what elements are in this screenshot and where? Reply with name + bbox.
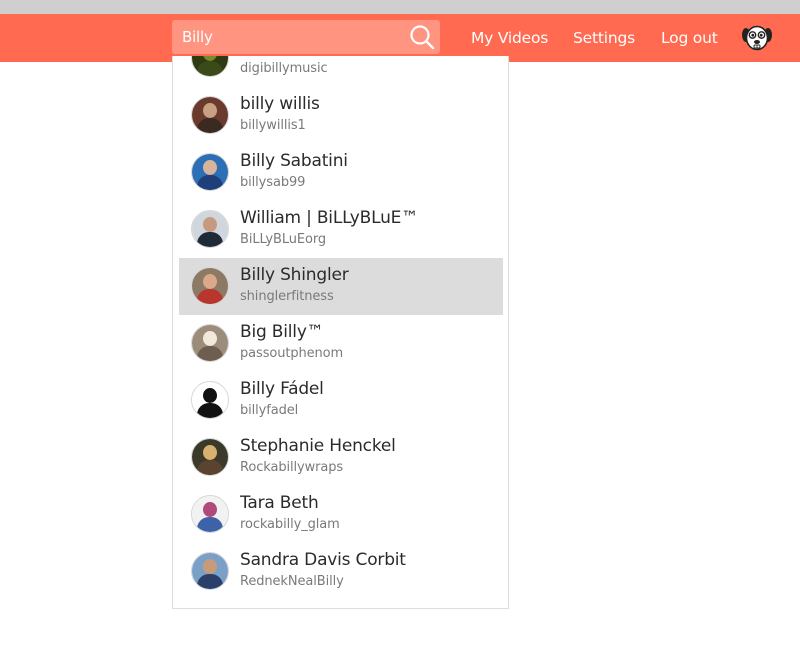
nav-log-out[interactable]: Log out — [661, 14, 718, 62]
dog-mascot-icon[interactable] — [741, 22, 773, 54]
result-handle: rockabilly_glam — [240, 517, 340, 532]
list-item[interactable]: Sandra Davis Corbit RednekNealBilly — [179, 543, 503, 600]
result-name: Sandra Davis Corbit — [240, 550, 406, 570]
result-name: Billy Fádel — [240, 379, 324, 399]
result-name: Billy Sabatini — [240, 151, 348, 171]
result-handle: billysab99 — [240, 175, 306, 190]
browser-top-strip — [0, 0, 800, 14]
result-handle: passoutphenom — [240, 346, 344, 361]
result-handle: billyfadel — [240, 403, 299, 418]
result-name: Billy Shingler — [240, 265, 349, 285]
list-item[interactable]: Billy Fádel billyfadel — [179, 372, 503, 429]
nav-settings[interactable]: Settings — [573, 14, 635, 62]
list-item[interactable]: The Digibilly digibillymusic — [179, 56, 503, 87]
search-box[interactable]: Billy — [172, 20, 440, 54]
result-handle: shinglerfitness — [240, 289, 334, 304]
list-item[interactable]: William | BiLLyBLuE™ BiLLyBLuEorg — [179, 201, 503, 258]
nav-my-videos[interactable]: My Videos — [471, 14, 548, 62]
list-item[interactable]: billy willis billywillis1 — [179, 87, 503, 144]
avatar — [191, 267, 229, 305]
list-item[interactable]: Stephanie Henckel Rockabillywraps — [179, 429, 503, 486]
result-name: Tara Beth — [240, 493, 319, 513]
search-suggestions-dropdown: The Digibillydigibillymusicbilly willisb… — [172, 56, 509, 609]
result-handle: Rockabillywraps — [240, 460, 344, 475]
avatar — [191, 96, 229, 134]
result-handle: RednekNealBilly — [240, 574, 344, 589]
top-navbar: Billy My Videos Settings Log out — [0, 14, 800, 62]
search-input[interactable]: Billy — [182, 20, 213, 54]
avatar — [191, 153, 229, 191]
avatar — [191, 56, 229, 77]
list-item[interactable]: Billy Shingler shinglerfitness — [179, 258, 503, 315]
result-handle: BiLLyBLuEorg — [240, 232, 327, 247]
result-handle: digibillymusic — [240, 61, 328, 76]
list-item[interactable]: Billy Sabatini billysab99 — [179, 144, 503, 201]
results-list: The Digibillydigibillymusicbilly willisb… — [179, 56, 503, 600]
avatar — [191, 210, 229, 248]
avatar — [191, 381, 229, 419]
avatar — [191, 495, 229, 533]
search-icon[interactable] — [408, 23, 436, 51]
avatar — [191, 438, 229, 476]
result-name: Stephanie Henckel — [240, 436, 396, 456]
list-item[interactable]: Tara Beth rockabilly_glam — [179, 486, 503, 543]
result-name: William | BiLLyBLuE™ — [240, 208, 419, 228]
result-name: Big Billy™ — [240, 322, 324, 342]
list-item[interactable]: Big Billy™ passoutphenom — [179, 315, 503, 372]
result-name: The Digibilly — [240, 56, 343, 57]
result-handle: billywillis1 — [240, 118, 306, 133]
result-name: billy willis — [240, 94, 320, 114]
avatar — [191, 324, 229, 362]
avatar — [191, 552, 229, 590]
